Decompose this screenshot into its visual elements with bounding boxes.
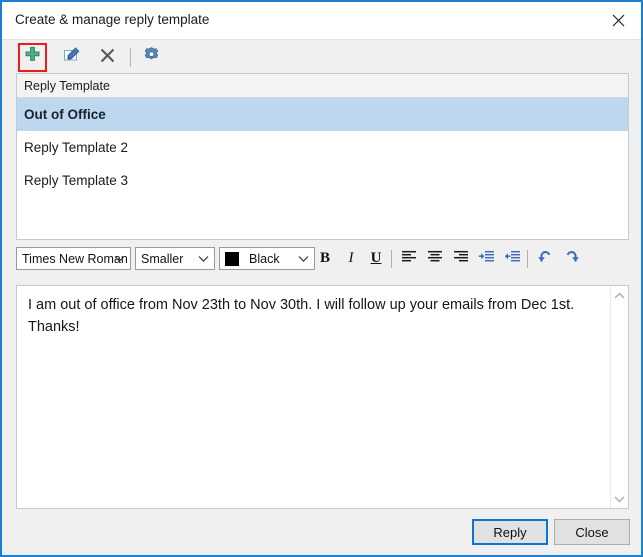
color-swatch [225,251,239,266]
redo-arrow-icon [563,249,580,269]
align-left-icon [401,250,417,268]
align-right-icon [453,250,469,268]
title-bar: Create & manage reply template [2,2,641,39]
align-left-button[interactable] [398,247,420,270]
italic-button[interactable]: I [340,247,362,270]
indent-increase-button[interactable] [475,247,497,270]
list-column-header-label: Reply Template [24,78,110,93]
undo-arrow-icon [537,249,554,269]
plus-icon [23,46,42,70]
edit-template-button[interactable] [57,43,86,72]
add-template-button[interactable] [18,43,47,72]
window-title: Create & manage reply template [15,12,210,27]
font-color-value: Black [249,251,280,266]
list-item[interactable]: Out of Office [17,98,628,131]
close-button[interactable]: Close [554,519,630,545]
close-window-button[interactable] [595,2,641,39]
list-column-header: Reply Template [17,74,628,98]
reply-button[interactable]: Reply [472,519,548,545]
underline-button[interactable]: U [365,247,387,270]
reply-body-text: I am out of office from Nov 23th to Nov … [28,297,575,336]
template-list-panel: Reply Template Out of Office Reply Templ… [16,73,629,240]
format-divider [527,250,528,268]
chevron-down-icon [114,248,125,269]
indent-decrease-icon [504,250,521,268]
underline-icon: U [370,250,382,266]
align-center-icon [427,250,443,268]
chevron-down-icon [298,248,309,269]
reply-button-label: Reply [493,524,527,540]
template-list: Out of Office Reply Template 2 Reply Tem… [17,98,628,197]
list-item-label: Reply Template 2 [24,140,129,155]
editor-scrollbar[interactable] [610,286,628,508]
toolbar-divider [130,48,131,67]
format-toolbar: Times New Roman Smaller Black B I U [2,247,641,279]
reply-template-dialog: Create & manage reply template Reply Tem… [0,0,643,557]
indent-increase-icon [478,250,495,268]
chevron-up-icon [614,287,625,305]
list-item-label: Reply Template 3 [24,173,129,188]
font-color-select[interactable]: Black [219,247,315,270]
undo-button[interactable] [534,247,556,270]
bold-icon: B [319,250,330,266]
redo-button[interactable] [560,247,582,270]
delete-template-button[interactable] [93,43,122,72]
list-item[interactable]: Reply Template 2 [17,131,628,164]
font-family-select[interactable]: Times New Roman [16,247,131,270]
x-delete-icon [98,46,117,70]
font-size-select[interactable]: Smaller [135,247,215,270]
list-item[interactable]: Reply Template 3 [17,164,628,197]
scrollbar-up-button[interactable] [611,287,628,304]
gear-icon [142,46,161,70]
align-center-button[interactable] [424,247,446,270]
list-item-label: Out of Office [24,107,106,122]
align-right-button[interactable] [450,247,472,270]
format-divider [391,250,392,268]
close-button-label: Close [575,524,609,540]
indent-decrease-button[interactable] [501,247,523,270]
chevron-down-icon [198,248,209,269]
italic-icon: I [348,250,354,266]
scrollbar-down-button[interactable] [611,490,628,507]
chevron-down-icon [614,490,625,508]
font-family-value: Times New Roman [22,251,128,266]
template-toolbar [2,39,641,75]
close-icon [612,14,625,27]
edit-pencil-icon [62,45,82,70]
bold-button[interactable]: B [314,247,336,270]
font-size-value: Smaller [141,251,184,266]
settings-button[interactable] [137,43,166,72]
reply-body-editor[interactable]: I am out of office from Nov 23th to Nov … [16,285,629,509]
